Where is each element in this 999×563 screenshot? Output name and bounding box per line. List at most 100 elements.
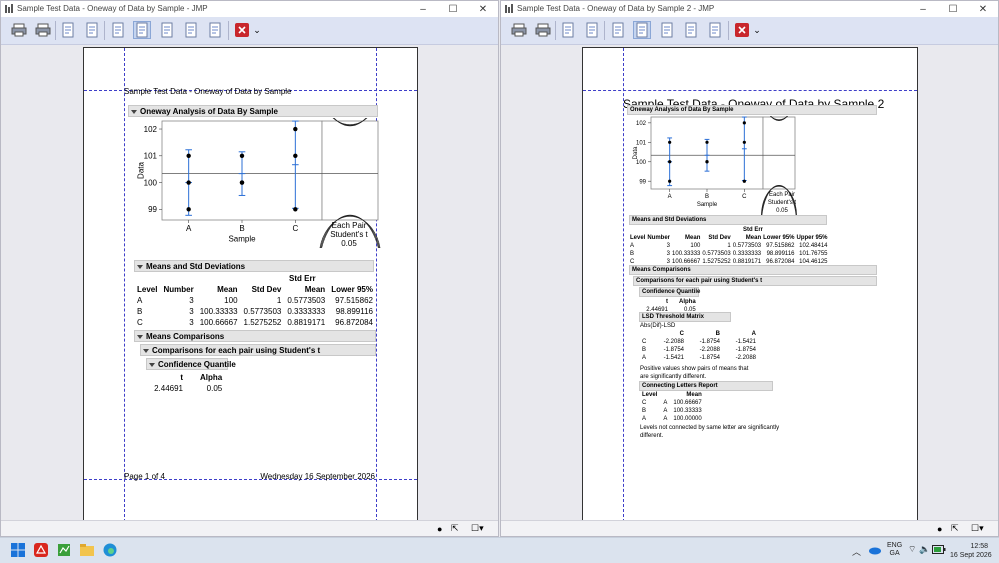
jmp-icon[interactable] [57, 543, 71, 557]
means-comparisons-header[interactable]: Means Comparisons [134, 330, 376, 342]
data-point [186, 180, 191, 185]
comparison-circles-panel [762, 116, 796, 190]
next-page-icon[interactable] [583, 21, 601, 39]
confidence-quantile-header[interactable]: Confidence Quantile [146, 358, 236, 370]
file-explorer-icon[interactable] [80, 543, 94, 557]
table-header-row: t Alpha [180, 373, 223, 382]
fit-page-icon[interactable] [658, 21, 676, 39]
clock[interactable]: 12:58 16 Sept 2026 [950, 542, 992, 560]
font-icon[interactable] [609, 21, 627, 39]
table-header-row: Level Mean [642, 392, 702, 398]
data-point [293, 153, 298, 158]
fit-page-icon[interactable] [158, 21, 176, 39]
means-comparisons-header[interactable]: Means Comparisons [629, 265, 877, 275]
data-point [186, 153, 191, 158]
x-tick-label: C [742, 194, 747, 200]
data-point [705, 160, 709, 164]
info-icon[interactable]: ● [437, 523, 442, 534]
x-tick-label: C [292, 224, 298, 233]
x-tick-label: B [239, 224, 244, 233]
close-button[interactable]: ✕ [968, 1, 998, 17]
confidence-quantile-header[interactable]: Confidence Quantile [639, 287, 700, 297]
data-point [742, 140, 746, 144]
table-header-row: t Alpha [666, 299, 696, 305]
volume-icon[interactable]: 🔈 [919, 544, 930, 555]
means-std-header[interactable]: Means and Std Deviations [629, 215, 827, 225]
print-setup-icon[interactable] [534, 21, 552, 39]
close-red-icon[interactable] [733, 21, 751, 39]
toolbar-overflow-icon[interactable]: ⌄ [753, 21, 761, 39]
each-pair-label: Each Pair Student's t 0.05 [330, 221, 368, 248]
table-row: C 3 100.66667 1.5275252 0.8819171 96.872084 [137, 318, 373, 327]
preview-page: Sample Test Data - Oneway of Data by Sam… [83, 47, 418, 523]
page-up-icon[interactable] [182, 21, 200, 39]
connecting-letters-header[interactable]: Connecting Letters Report [639, 381, 773, 391]
table-row: B 3 100.33333 0.5773503 0.3333333 98.899116 [137, 307, 373, 316]
page-view-icon[interactable] [633, 21, 651, 39]
levels-note: Levels not connected by same letter are … [640, 425, 780, 439]
margin-guide-left[interactable] [623, 48, 624, 522]
print-icon[interactable] [10, 21, 28, 39]
x-axis-label: Sample [228, 234, 256, 243]
preview-page: Sample Test Data - Oneway of Data by Sam… [582, 47, 918, 523]
font-icon[interactable] [109, 21, 127, 39]
y-axis-label: Data [633, 146, 639, 159]
lsd-matrix: CBA C -2.2088 -1.8754 -1.5421 B -1.8754 -2.20… [639, 330, 759, 362]
y-tick-label: 101 [144, 152, 158, 161]
table-row: A A 100.00000 [642, 416, 702, 422]
language-indicator[interactable]: ENG GA [887, 542, 902, 558]
std-err-heading: Std Err [289, 274, 316, 283]
each-pair-label: Each Pair Student's t 0.05 [767, 192, 797, 214]
chevron-up-icon[interactable]: ︿ [852, 545, 861, 558]
page-view-icon[interactable] [133, 21, 151, 39]
first-page-icon[interactable] [559, 21, 577, 39]
edge-icon[interactable] [103, 543, 117, 557]
toolbar-separator [104, 21, 105, 40]
each-pair-header[interactable]: Comparisons for each pair using Student'… [633, 276, 877, 286]
close-button[interactable]: ✕ [468, 1, 498, 17]
margin-guide-top[interactable] [583, 90, 917, 91]
toolbar-overflow-icon[interactable]: ⌄ [253, 21, 261, 39]
page-size-dropdown[interactable]: ☐▾ [471, 523, 484, 534]
next-page-icon[interactable] [83, 21, 101, 39]
maximize-button[interactable]: ☐ [438, 1, 468, 17]
table-row: C A 100.66667 [642, 400, 702, 406]
wifi-icon[interactable]: ⌔ [908, 544, 916, 555]
oneway-analysis-header[interactable]: Oneway Analysis of Data By Sample [128, 105, 378, 117]
battery-icon[interactable] [932, 545, 946, 554]
each-pair-header[interactable]: Comparisons for each pair using Student'… [140, 344, 376, 356]
page-size-dropdown[interactable]: ☐▾ [971, 523, 984, 534]
zoom-icon[interactable]: ⇱ [951, 523, 959, 534]
connecting-letters-table: Level Mean C A 100.66667 B A 100.33333 A A 100.… [639, 391, 705, 423]
data-point [705, 140, 709, 144]
title-bar[interactable]: Sample Test Data - Oneway of Data by Sam… [1, 1, 498, 17]
y-tick-label: 101 [636, 140, 647, 146]
acrobat-icon[interactable] [34, 543, 48, 557]
start-icon[interactable] [11, 543, 25, 557]
disclosure-triangle-icon [137, 264, 143, 269]
print-icon[interactable] [510, 21, 528, 39]
maximize-button[interactable]: ☐ [938, 1, 968, 17]
means-std-header[interactable]: Means and Std Deviations [134, 260, 374, 272]
margin-guide-left[interactable] [124, 48, 125, 522]
close-red-icon[interactable] [233, 21, 251, 39]
info-icon[interactable]: ● [937, 523, 942, 534]
onedrive-icon[interactable] [868, 545, 882, 555]
minimize-button[interactable]: – [408, 1, 438, 17]
page-down-icon[interactable] [206, 21, 224, 39]
oneway-analysis-header[interactable]: Oneway Analysis of Data By Sample [627, 105, 877, 115]
data-point [668, 179, 672, 183]
print-setup-icon[interactable] [34, 21, 52, 39]
lsd-subtitle: Abs(Dif)-LSD [640, 323, 676, 329]
page-up-icon[interactable] [682, 21, 700, 39]
zoom-icon[interactable]: ⇱ [451, 523, 459, 534]
means-table: Level Number Mean Std Dev Mean Lower 95%… [134, 284, 376, 328]
page-down-icon[interactable] [706, 21, 724, 39]
positive-values-note: Positive values show pairs of means that… [640, 366, 749, 380]
title-bar[interactable]: Sample Test Data - Oneway of Data by Sam… [501, 1, 998, 17]
first-page-icon[interactable] [59, 21, 77, 39]
lsd-threshold-header[interactable]: LSD Threshold Matrix [639, 312, 731, 322]
data-point [239, 153, 245, 158]
minimize-button[interactable]: – [908, 1, 938, 17]
jmp-app-icon [505, 4, 513, 13]
